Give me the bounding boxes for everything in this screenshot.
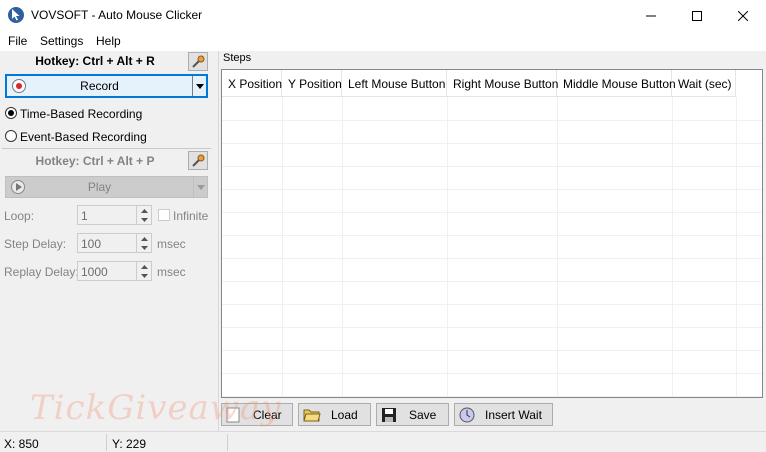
menu-bar: File Settings Help	[0, 31, 766, 51]
grid-row-line	[222, 189, 762, 190]
play-dropdown-button[interactable]	[193, 177, 207, 197]
grid-row-line	[222, 304, 762, 305]
close-icon	[738, 10, 748, 21]
wrench-icon	[192, 154, 205, 167]
loop-label: Loop:	[4, 209, 35, 223]
record-hotkey-settings-button[interactable]	[188, 52, 208, 71]
load-button[interactable]: Load	[298, 403, 371, 426]
menu-help[interactable]: Help	[96, 34, 121, 48]
watermark: TickGiveaway	[30, 388, 282, 428]
steps-table-header: X Position Y Position Left Mouse Button …	[222, 70, 736, 97]
infinite-checkbox[interactable]	[158, 209, 170, 221]
column-header-x[interactable]: X Position	[222, 70, 282, 97]
infinite-label[interactable]: Infinite	[173, 209, 208, 223]
time-based-label[interactable]: Time-Based Recording	[20, 107, 142, 121]
column-header-y[interactable]: Y Position	[282, 70, 342, 97]
grid-column-line	[557, 97, 558, 397]
grid-row-line	[222, 281, 762, 282]
step-delay-spin-arrows[interactable]	[136, 234, 151, 252]
save-button-label: Save	[409, 408, 437, 422]
wrench-icon	[192, 55, 205, 68]
minimize-button[interactable]	[628, 0, 674, 31]
grid-row-line	[222, 166, 762, 167]
clock-icon	[459, 407, 475, 426]
step-delay-value: 100	[81, 237, 102, 251]
steps-group-label: Steps	[223, 52, 252, 64]
step-delay-label: Step Delay:	[4, 237, 67, 251]
grid-row-line	[222, 120, 762, 121]
chevron-down-icon	[196, 184, 205, 190]
loop-value: 1	[81, 209, 88, 223]
window-title: VOVSOFT - Auto Mouse Clicker	[31, 8, 203, 22]
replay-delay-spin-arrows[interactable]	[136, 262, 151, 280]
event-based-radio[interactable]	[5, 130, 17, 142]
grid-column-line	[447, 97, 448, 397]
grid-row-line	[222, 396, 762, 397]
grid-column-line	[342, 97, 343, 397]
play-button[interactable]: Play	[5, 176, 208, 198]
panel-divider	[2, 148, 211, 149]
floppy-disk-icon	[381, 407, 397, 426]
event-based-label[interactable]: Event-Based Recording	[20, 130, 147, 144]
time-based-radio[interactable]	[5, 107, 17, 119]
status-divider	[227, 434, 228, 451]
menu-file[interactable]: File	[8, 34, 27, 48]
grid-column-line	[672, 97, 673, 397]
chevron-down-icon	[195, 83, 204, 89]
status-y-coordinate: Y: 229	[112, 437, 147, 451]
grid-row-line	[222, 212, 762, 213]
replay-delay-unit: msec	[157, 265, 186, 279]
grid-row-line	[222, 327, 762, 328]
status-divider	[106, 434, 107, 451]
title-bar: VOVSOFT - Auto Mouse Clicker	[0, 0, 766, 31]
insert-wait-button-label: Insert Wait	[485, 408, 542, 422]
loop-stepper[interactable]: 1	[77, 205, 152, 225]
maximize-button[interactable]	[674, 0, 720, 31]
replay-delay-value: 1000	[81, 265, 108, 279]
grid-row-line	[222, 143, 762, 144]
column-header-wait[interactable]: Wait (sec)	[672, 70, 736, 97]
insert-wait-button[interactable]: Insert Wait	[454, 403, 553, 426]
column-header-middle-button[interactable]: Middle Mouse Button	[557, 70, 676, 97]
app-icon	[8, 7, 24, 23]
close-button[interactable]	[720, 0, 766, 31]
status-x-coordinate: X: 850	[4, 437, 39, 451]
menu-settings[interactable]: Settings	[40, 34, 83, 48]
play-button-label: Play	[87, 180, 112, 194]
status-bar: X: 850 Y: 229	[0, 431, 766, 452]
grid-column-line	[736, 97, 737, 397]
grid-column-line	[282, 97, 283, 397]
loop-spin-arrows[interactable]	[136, 206, 151, 224]
column-header-right-button[interactable]: Right Mouse Button	[447, 70, 558, 97]
play-hotkey-settings-button[interactable]	[188, 151, 208, 170]
record-button[interactable]: Record	[5, 74, 208, 98]
grid-row-line	[222, 350, 762, 351]
record-button-label: Record	[80, 79, 119, 93]
grid-row-line	[222, 258, 762, 259]
steps-table[interactable]: X Position Y Position Left Mouse Button …	[221, 69, 763, 398]
step-delay-stepper[interactable]: 100	[77, 233, 152, 253]
replay-delay-stepper[interactable]: 1000	[77, 261, 152, 281]
record-dropdown-button[interactable]	[192, 76, 206, 96]
column-header-left-button[interactable]: Left Mouse Button	[342, 70, 447, 97]
save-button[interactable]: Save	[376, 403, 449, 426]
step-delay-unit: msec	[157, 237, 186, 251]
folder-icon	[303, 407, 321, 426]
load-button-label: Load	[331, 408, 358, 422]
maximize-icon	[692, 10, 702, 21]
grid-row-line	[222, 373, 762, 374]
minimize-icon	[646, 15, 656, 16]
grid-row-line	[222, 235, 762, 236]
replay-delay-label: Replay Delay:	[4, 265, 79, 279]
play-hotkey-label: Hotkey: Ctrl + Alt + P	[35, 154, 155, 168]
record-hotkey-label: Hotkey: Ctrl + Alt + R	[35, 54, 155, 68]
